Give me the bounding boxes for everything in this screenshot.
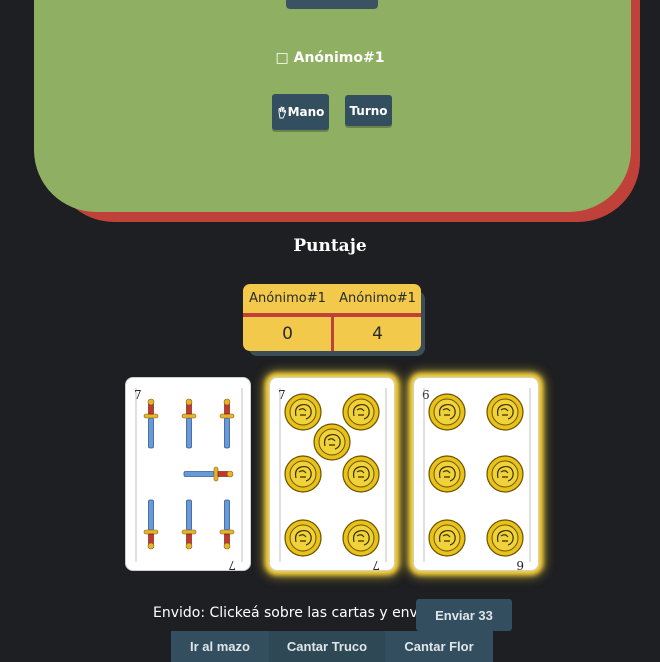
card-rank: 7 xyxy=(134,388,142,402)
oro-suit-icon: 7 7 xyxy=(278,388,387,572)
mano-badge: Mano xyxy=(272,94,329,130)
score-title: Puntaje xyxy=(293,236,367,256)
score-header-player-2: Anónimo#1 xyxy=(339,291,416,306)
game-table xyxy=(34,0,631,212)
score-table: Anónimo#1 Anónimo#1 0 4 xyxy=(243,284,421,351)
ir-al-mazo-button[interactable]: Ir al mazo xyxy=(171,631,269,662)
cantar-truco-button[interactable]: Cantar Truco xyxy=(269,631,385,662)
card-rank: 6 xyxy=(422,388,430,402)
card-7-espadas[interactable]: 7 7 xyxy=(125,377,251,572)
card-6-oros[interactable]: 6 6 xyxy=(413,377,539,572)
score-value-player-1: 0 xyxy=(282,324,293,344)
mano-label: Mano xyxy=(287,105,325,119)
opponent-label: □ Anónimo#1 xyxy=(0,50,660,66)
status-icon: □ xyxy=(275,50,289,66)
card-rank-bottom: 7 xyxy=(372,558,380,572)
opponent-name: Anónimo#1 xyxy=(293,50,385,66)
card-rank: 7 xyxy=(278,388,286,402)
top-button-partial[interactable] xyxy=(286,0,378,9)
card-rank-bottom: 7 xyxy=(228,558,236,572)
card-7-oros[interactable]: 7 7 xyxy=(269,377,395,572)
turno-label: Turno xyxy=(349,103,388,118)
espada-suit-icon: 7 7 xyxy=(134,388,243,572)
send-envido-button[interactable]: Enviar 33 xyxy=(416,599,512,631)
oro-suit-icon: 6 6 xyxy=(422,388,531,572)
hand-icon xyxy=(278,106,286,118)
card-rank-bottom: 6 xyxy=(516,558,524,572)
cantar-flor-button[interactable]: Cantar Flor xyxy=(385,631,493,662)
envido-prompt: Envido: Clickeá sobre las cartas y enviá xyxy=(153,605,431,621)
score-header-player-1: Anónimo#1 xyxy=(249,291,326,306)
turno-badge: Turno xyxy=(345,95,392,126)
score-value-player-2: 4 xyxy=(372,324,383,344)
